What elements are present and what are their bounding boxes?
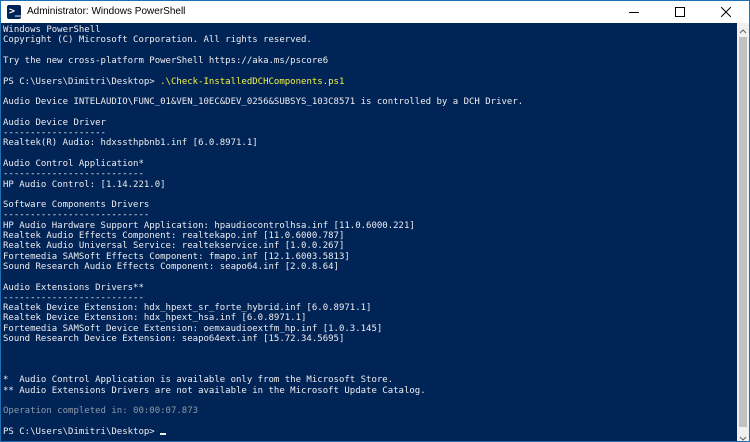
vertical-scrollbar[interactable] xyxy=(737,23,749,441)
chevron-down-icon xyxy=(739,436,747,441)
command-line: PS C:\Users\Dimitri\Desktop> .\Check-Ins… xyxy=(3,77,344,87)
console-line: Realtek(R) Audio: hdxssthpbnb1.inf [6.0.… xyxy=(3,138,258,149)
console-line: Audio Extensions Drivers** xyxy=(3,282,144,293)
console-line: Realtek Audio Effects Component: realtek… xyxy=(3,231,345,241)
maximize-button[interactable] xyxy=(657,1,703,23)
console-line: Windows PowerShell xyxy=(3,25,101,35)
console-line: ** Audio Extensions Drivers are not avai… xyxy=(3,385,426,396)
console-line: Copyright (C) Microsoft Corporation. All… xyxy=(3,35,312,46)
console-line: Audio Device INTELAUDIO\FUNC_01&VEN_10EC… xyxy=(3,97,524,108)
console-line: Realtek Device Extension: hdx_hpext_hsa.… xyxy=(3,313,307,324)
console-line: HP Audio Hardware Support Application: h… xyxy=(3,220,415,231)
console-line: * Audio Control Application is available… xyxy=(3,375,394,386)
console-line: Software Components Drivers xyxy=(3,200,150,211)
command-prompt: PS C:\Users\Dimitri\Desktop> xyxy=(3,76,161,87)
console-line: Sound Research Device Extension: seapo64… xyxy=(3,334,345,344)
command-text: .\Check-InstalledDCHComponents.ps1 xyxy=(160,76,345,87)
title-bar[interactable]: >_ Administrator: Windows PowerShell xyxy=(1,1,749,23)
scrollbar-thumb[interactable] xyxy=(739,37,747,427)
current-prompt: PS C:\Users\Dimitri\Desktop> xyxy=(3,426,161,437)
text-cursor xyxy=(160,432,167,435)
console-line: HP Audio Control: [1.14.221.0] xyxy=(3,179,166,190)
minimize-button[interactable] xyxy=(611,1,657,23)
console-line: -------------------------- xyxy=(3,292,144,303)
console-line: Fortemedia SAMSoft Device Extension: oem… xyxy=(3,323,383,334)
window-title: Administrator: Windows PowerShell xyxy=(27,6,186,17)
prompt-line: PS C:\Users\Dimitri\Desktop> xyxy=(3,426,167,437)
powershell-icon[interactable]: >_ xyxy=(7,5,21,19)
close-button[interactable] xyxy=(703,1,749,23)
operation-time-line: Operation completed in: 00:00:07.873 xyxy=(3,406,199,417)
scroll-down-button[interactable] xyxy=(737,429,749,441)
console-line: Sound Research Audio Effects Component: … xyxy=(3,261,339,272)
powershell-window: >_ Administrator: Windows PowerShell Win… xyxy=(0,0,750,442)
console-line: Realtek Device Extension: hdx_hpext_sr_f… xyxy=(3,303,372,314)
console-line: ------------------- xyxy=(3,128,106,138)
console-line: Fortemedia SAMSoft Effects Component: fm… xyxy=(3,251,350,262)
scroll-up-button[interactable] xyxy=(737,23,749,35)
maximize-icon xyxy=(675,7,685,17)
console-line: Realtek Audio Universal Service: realtek… xyxy=(3,241,345,252)
console-line: Audio Device Driver xyxy=(3,117,106,128)
console-line: -------------------------- xyxy=(3,169,144,180)
console-output[interactable]: Windows PowerShell Copyright (C) Microso… xyxy=(1,23,737,441)
console-line: Try the new cross-platform PowerShell ht… xyxy=(3,55,329,66)
console-line: --------------------------- xyxy=(3,210,150,221)
close-icon xyxy=(721,7,731,17)
minimize-icon xyxy=(629,12,639,13)
console-line: Audio Control Application* xyxy=(3,158,144,169)
